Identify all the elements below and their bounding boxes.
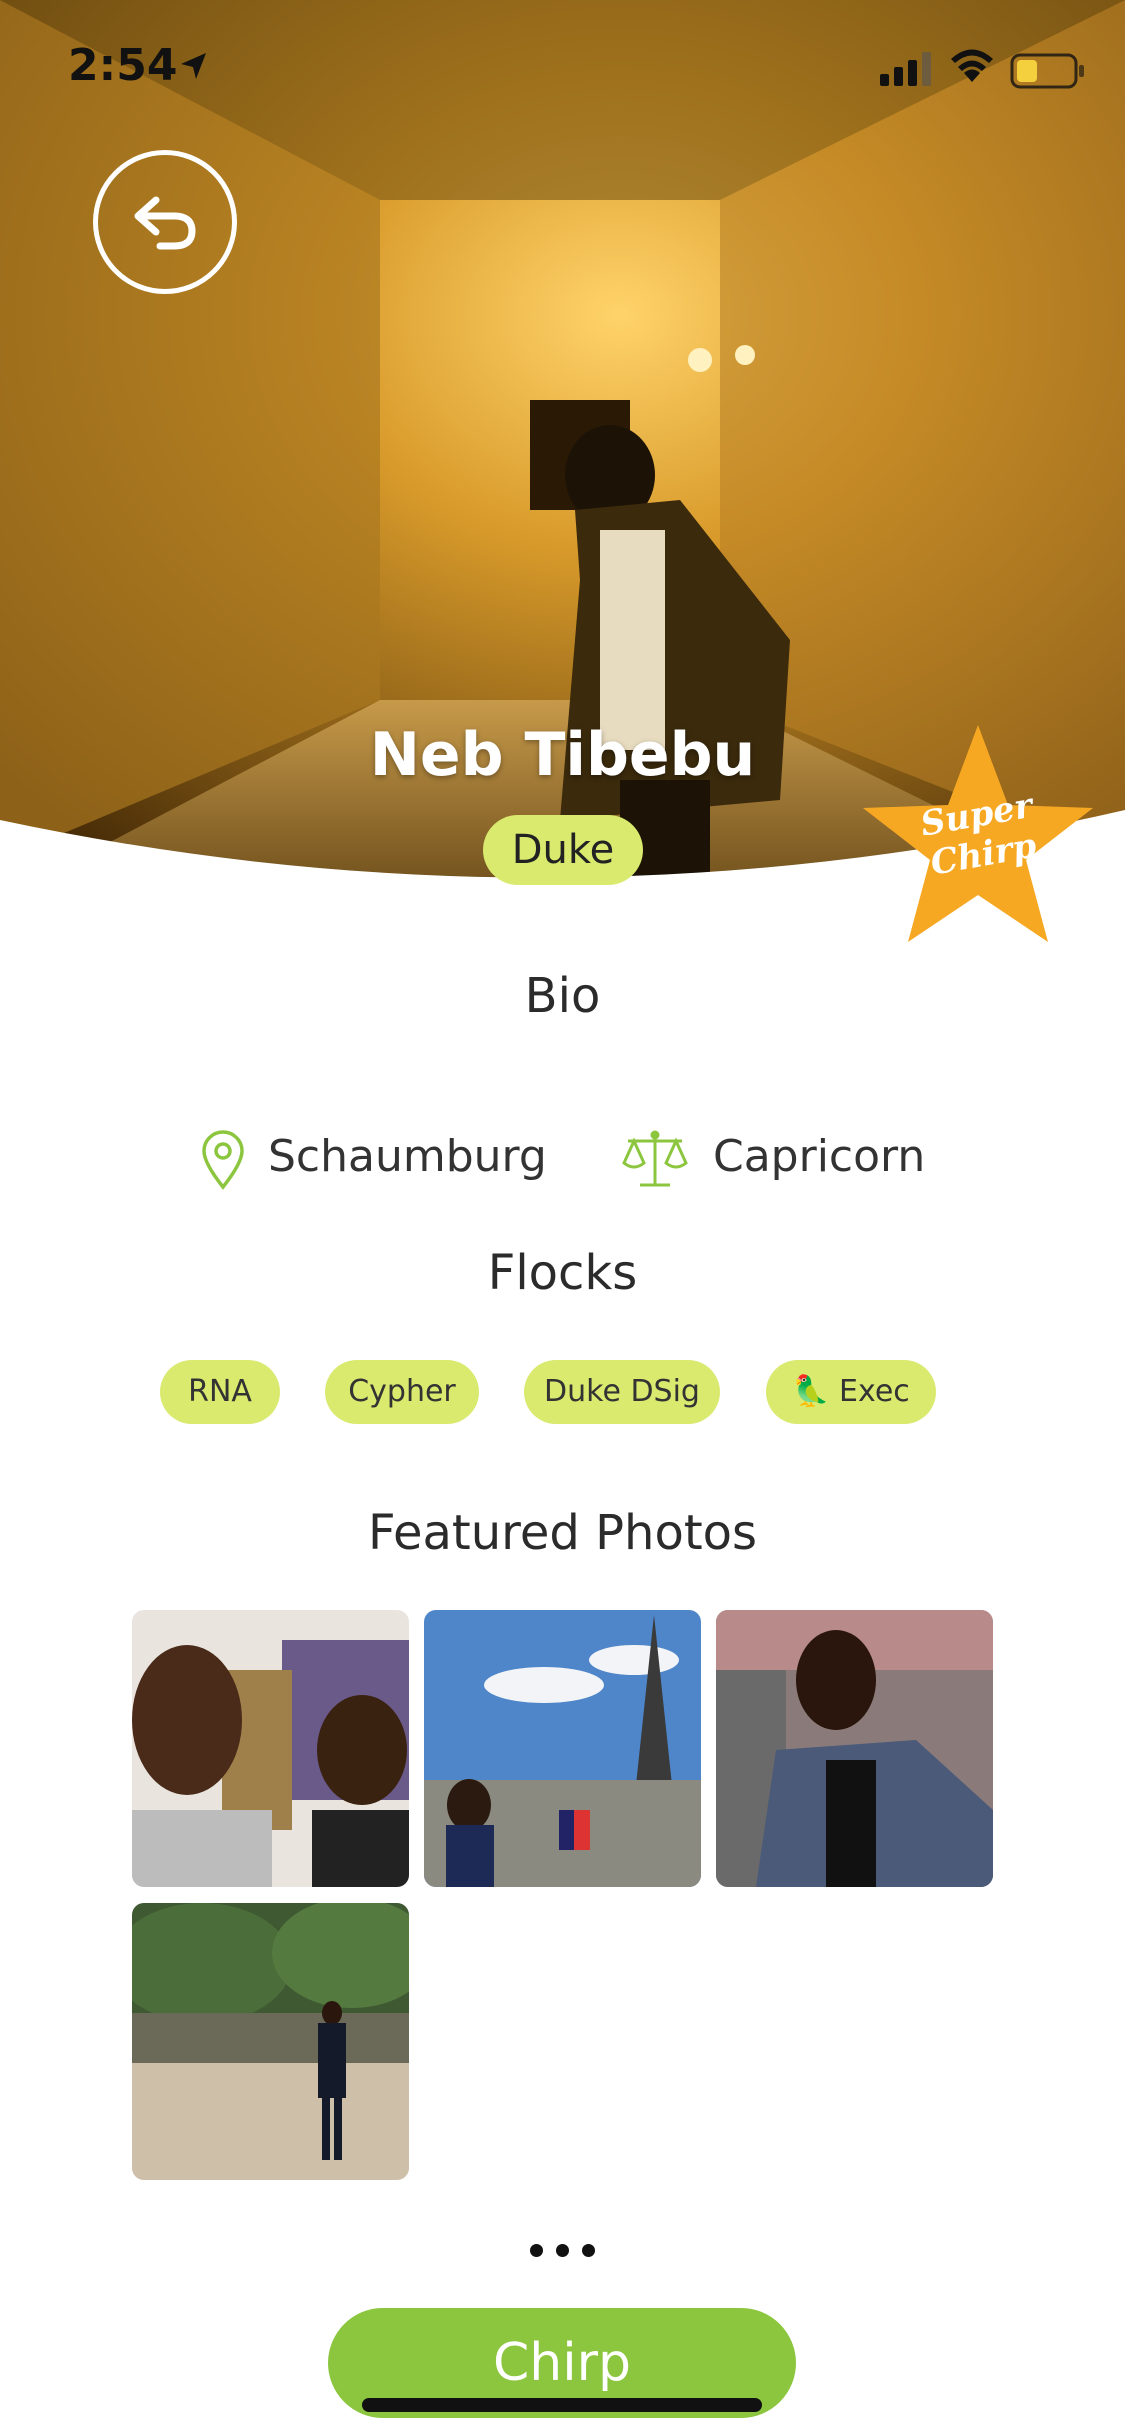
eiffel-tower-photo-image xyxy=(424,1610,701,1887)
zodiac-text: Capricorn xyxy=(713,1131,926,1182)
libra-scale-icon xyxy=(622,1130,688,1187)
wifi-icon xyxy=(951,49,993,82)
location-text: Schaumburg xyxy=(268,1131,547,1182)
back-button[interactable] xyxy=(93,150,237,294)
school-badge: Duke xyxy=(483,815,643,885)
park-portrait-photo-image xyxy=(132,1903,409,2180)
dot xyxy=(530,2243,543,2257)
featured-photo[interactable] xyxy=(716,1610,993,1887)
flock-tag[interactable]: 🦜 Exec xyxy=(766,1360,936,1424)
home-indicator[interactable] xyxy=(362,2398,762,2412)
featured-photos-heading: Featured Photos xyxy=(367,1505,758,1561)
location-pin-icon xyxy=(202,1130,244,1190)
location-arrow-icon xyxy=(181,53,206,79)
flock-tag[interactable]: RNA xyxy=(160,1360,280,1424)
selfie-photo-image xyxy=(132,1610,409,1887)
flock-tag[interactable]: Duke DSig xyxy=(524,1360,720,1424)
flocks-heading: Flocks xyxy=(487,1245,638,1301)
status-bar: 2:54 xyxy=(0,0,1125,130)
street-portrait-photo-image xyxy=(716,1610,993,1887)
bio-info-row: Schaumburg Capricorn xyxy=(0,1125,1125,1195)
undo-arrow-icon xyxy=(134,196,196,250)
cellular-signal-icon xyxy=(880,52,931,86)
battery-icon xyxy=(1010,53,1084,89)
featured-photo[interactable] xyxy=(424,1610,701,1887)
dot xyxy=(556,2243,569,2257)
featured-photo[interactable] xyxy=(132,1610,409,1887)
featured-photo[interactable] xyxy=(132,1903,409,2180)
status-time: 2:54 xyxy=(68,40,178,91)
bio-heading: Bio xyxy=(524,968,601,1024)
flock-tag[interactable]: Cypher xyxy=(325,1360,479,1424)
more-options-icon[interactable] xyxy=(530,2240,595,2260)
dot xyxy=(582,2243,595,2257)
